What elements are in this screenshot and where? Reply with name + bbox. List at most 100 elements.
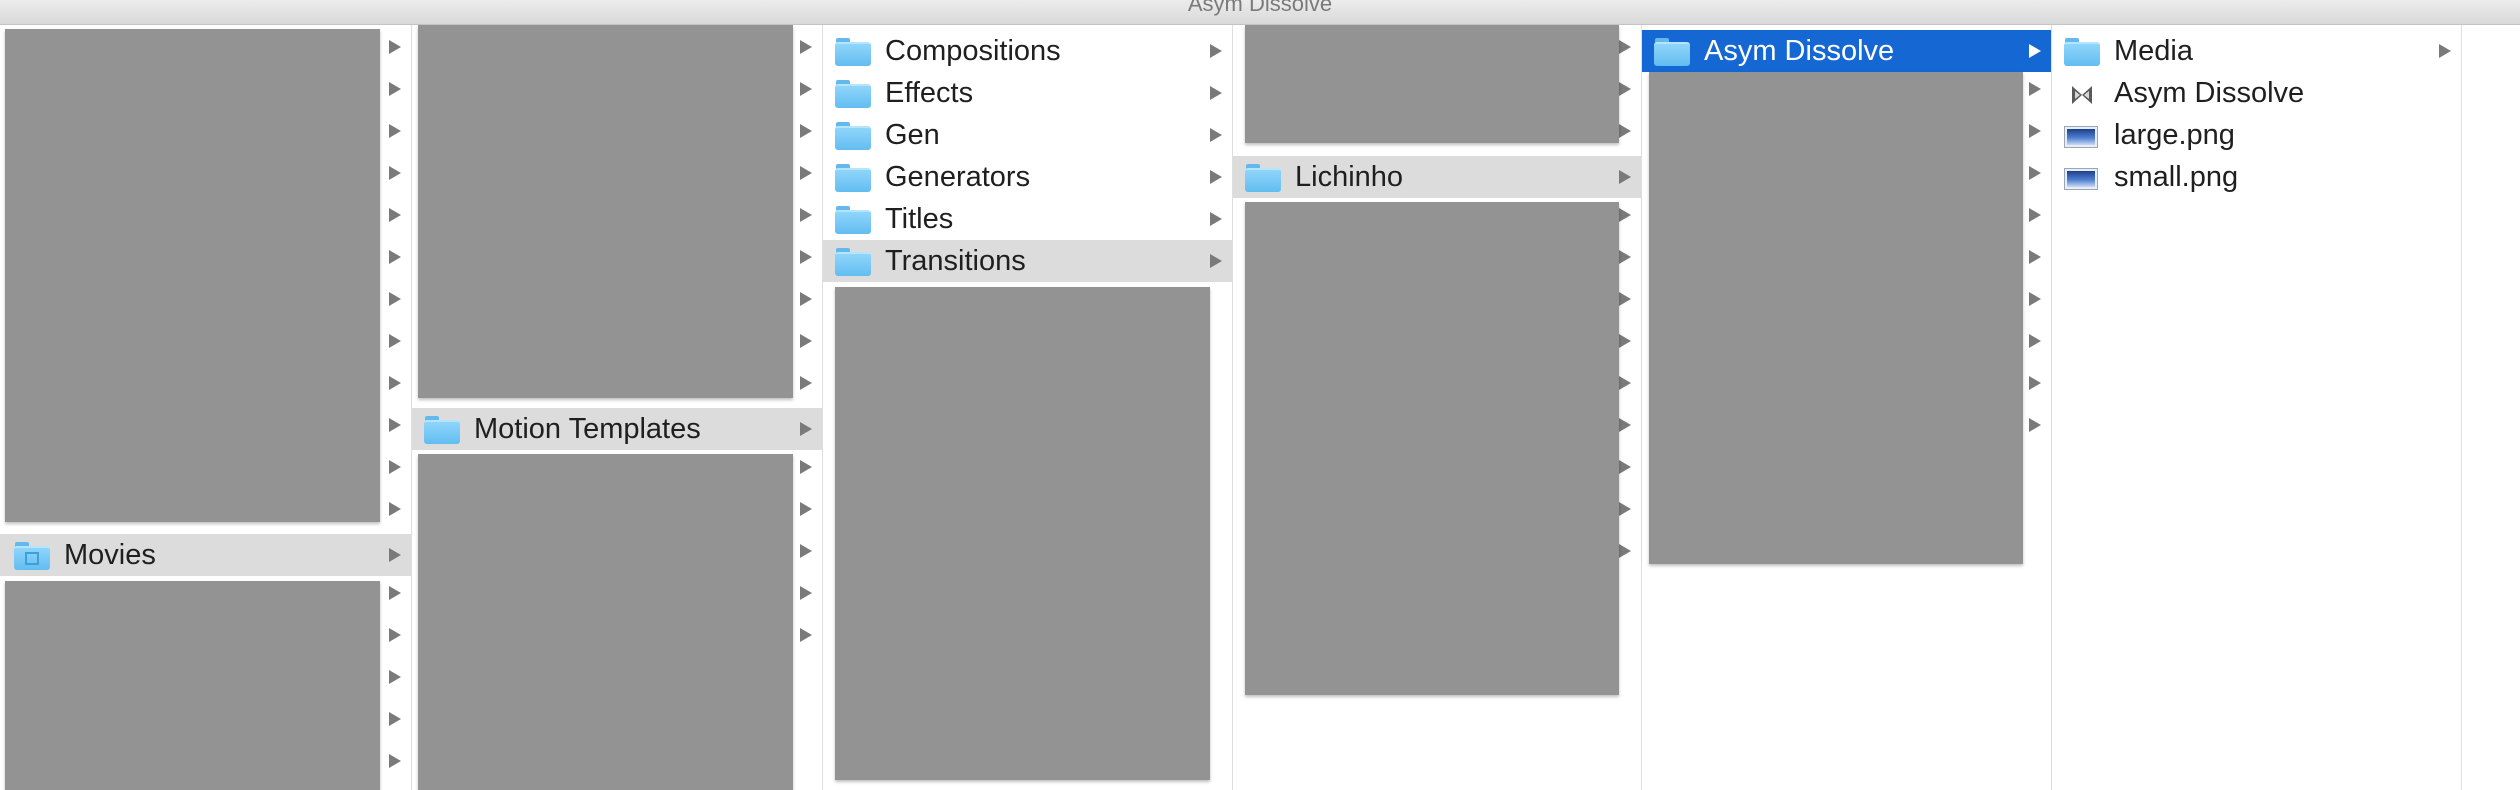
folder-icon — [1654, 38, 1690, 66]
list-item-compositions[interactable]: Compositions — [823, 30, 1232, 72]
chevron-right-icon[interactable] — [800, 292, 812, 306]
chevron-right-icon[interactable] — [1210, 44, 1222, 58]
chevron-right-icon[interactable] — [800, 502, 812, 516]
chevron-right-icon[interactable] — [1619, 376, 1631, 390]
list-item-lichinho[interactable]: Lichinho — [1233, 156, 1641, 198]
folder-icon — [835, 164, 871, 192]
chevron-right-icon[interactable] — [389, 82, 401, 96]
chevron-right-icon[interactable] — [1619, 250, 1631, 264]
chevron-right-icon[interactable] — [1619, 292, 1631, 306]
chevron-right-icon[interactable] — [389, 292, 401, 306]
chevron-right-icon[interactable] — [800, 586, 812, 600]
redacted-region — [5, 581, 380, 790]
chevron-right-icon[interactable] — [1619, 502, 1631, 516]
list-item-asym-dissolve-file[interactable]: Asym Dissolve — [2052, 72, 2461, 114]
chevron-right-icon[interactable] — [2029, 44, 2041, 58]
browser-column-6[interactable]: Media Asym Dissolve large.png small.png — [2052, 25, 2462, 790]
list-item-label: Asym Dissolve — [1704, 35, 1895, 67]
list-item-small-png[interactable]: small.png — [2052, 156, 2461, 198]
browser-column-5[interactable]: Asym Dissolve — [1642, 25, 2052, 790]
list-item-gen[interactable]: Gen — [823, 114, 1232, 156]
chevron-right-icon[interactable] — [800, 124, 812, 138]
chevron-right-icon[interactable] — [800, 208, 812, 222]
list-item-effects[interactable]: Effects — [823, 72, 1232, 114]
list-item-motion-templates[interactable]: Motion Templates — [412, 408, 822, 450]
chevron-right-icon[interactable] — [800, 82, 812, 96]
chevron-right-icon[interactable] — [2029, 292, 2041, 306]
window-title: Asym Dissolve — [1187, 0, 1333, 16]
chevron-right-icon[interactable] — [389, 376, 401, 390]
chevron-right-icon[interactable] — [800, 628, 812, 642]
chevron-right-icon[interactable] — [389, 712, 401, 726]
list-item-label: Movies — [64, 539, 156, 571]
list-item-large-png[interactable]: large.png — [2052, 114, 2461, 156]
chevron-right-icon[interactable] — [2029, 166, 2041, 180]
chevron-right-icon[interactable] — [2029, 250, 2041, 264]
chevron-right-icon[interactable] — [1619, 544, 1631, 558]
chevron-right-icon[interactable] — [1210, 86, 1222, 100]
chevron-right-icon[interactable] — [1210, 170, 1222, 184]
browser-column-7[interactable] — [2462, 25, 2520, 790]
chevron-right-icon[interactable] — [800, 166, 812, 180]
chevron-right-icon[interactable] — [800, 544, 812, 558]
chevron-right-icon[interactable] — [1619, 124, 1631, 138]
folder-icon — [835, 248, 871, 276]
list-item-label: large.png — [2114, 119, 2235, 151]
chevron-right-icon[interactable] — [389, 502, 401, 516]
chevron-right-icon[interactable] — [2439, 44, 2451, 58]
chevron-right-icon[interactable] — [1619, 334, 1631, 348]
list-item-generators[interactable]: Generators — [823, 156, 1232, 198]
chevron-right-icon[interactable] — [1210, 128, 1222, 142]
list-item-label: Effects — [885, 77, 974, 109]
chevron-right-icon[interactable] — [389, 334, 401, 348]
chevron-right-icon[interactable] — [389, 548, 401, 562]
chevron-right-icon[interactable] — [389, 124, 401, 138]
chevron-right-icon[interactable] — [2029, 418, 2041, 432]
chevron-right-icon[interactable] — [2029, 208, 2041, 222]
list-item-movies[interactable]: Movies — [0, 534, 411, 576]
chevron-right-icon[interactable] — [1210, 254, 1222, 268]
browser-column-1[interactable]: Movies — [0, 25, 412, 790]
chevron-right-icon[interactable] — [2029, 334, 2041, 348]
list-item-label: Lichinho — [1295, 161, 1404, 193]
browser-column-4[interactable]: Lichinho — [1233, 25, 1642, 790]
redacted-region — [5, 29, 380, 522]
chevron-right-icon[interactable] — [389, 250, 401, 264]
chevron-right-icon[interactable] — [389, 40, 401, 54]
chevron-right-icon[interactable] — [389, 208, 401, 222]
chevron-right-icon[interactable] — [800, 422, 812, 436]
chevron-right-icon[interactable] — [389, 418, 401, 432]
chevron-right-icon[interactable] — [800, 460, 812, 474]
folder-icon — [835, 206, 871, 234]
chevron-right-icon[interactable] — [1619, 460, 1631, 474]
chevron-right-icon[interactable] — [2029, 82, 2041, 96]
chevron-right-icon[interactable] — [800, 40, 812, 54]
chevron-right-icon[interactable] — [800, 376, 812, 390]
chevron-right-icon[interactable] — [1210, 212, 1222, 226]
browser-column-2[interactable]: Motion Templates — [412, 25, 823, 790]
chevron-right-icon[interactable] — [389, 460, 401, 474]
redacted-region — [1245, 25, 1619, 143]
redacted-region — [418, 454, 793, 790]
chevron-right-icon[interactable] — [1619, 82, 1631, 96]
chevron-right-icon[interactable] — [2029, 124, 2041, 138]
chevron-right-icon[interactable] — [1619, 208, 1631, 222]
list-item-label: Titles — [885, 203, 954, 235]
chevron-right-icon[interactable] — [1619, 40, 1631, 54]
list-item-transitions[interactable]: Transitions — [823, 240, 1232, 282]
chevron-right-icon[interactable] — [389, 754, 401, 768]
chevron-right-icon[interactable] — [389, 628, 401, 642]
list-item-asym-dissolve-folder[interactable]: Asym Dissolve — [1642, 30, 2051, 72]
chevron-right-icon[interactable] — [800, 250, 812, 264]
list-item-media[interactable]: Media — [2052, 30, 2461, 72]
chevron-right-icon[interactable] — [1619, 418, 1631, 432]
list-item-label: small.png — [2114, 161, 2239, 193]
chevron-right-icon[interactable] — [389, 670, 401, 684]
chevron-right-icon[interactable] — [389, 586, 401, 600]
chevron-right-icon[interactable] — [389, 166, 401, 180]
chevron-right-icon[interactable] — [2029, 376, 2041, 390]
browser-column-3[interactable]: Compositions Effects Gen Generators Titl… — [823, 25, 1233, 790]
list-item-titles[interactable]: Titles — [823, 198, 1232, 240]
chevron-right-icon[interactable] — [1619, 170, 1631, 184]
chevron-right-icon[interactable] — [800, 334, 812, 348]
